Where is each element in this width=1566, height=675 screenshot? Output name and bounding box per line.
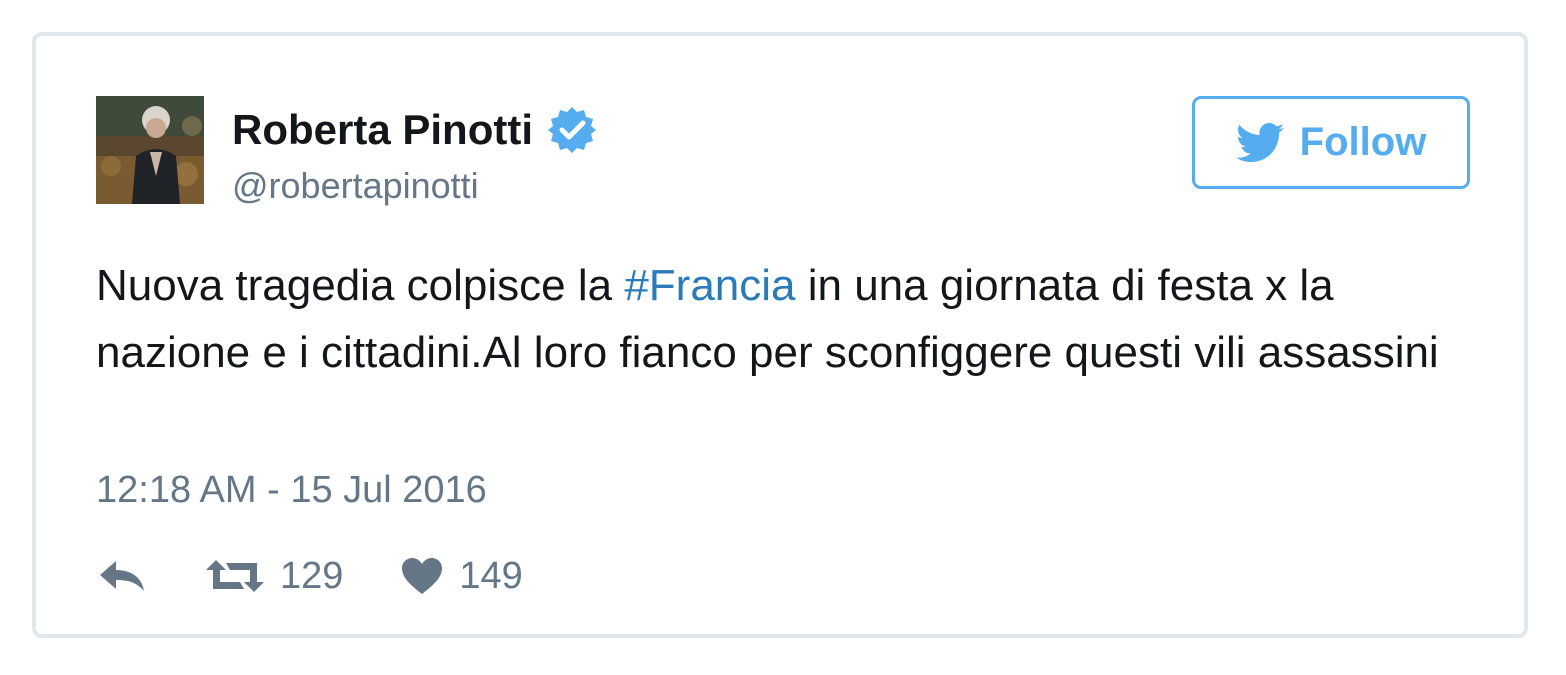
follow-button[interactable]: Follow	[1192, 96, 1470, 189]
tweet-actions: 129 149	[96, 548, 523, 604]
verified-badge-icon	[547, 105, 597, 155]
reply-button[interactable]	[96, 558, 148, 594]
like-button[interactable]: 149	[401, 554, 523, 598]
retweet-button[interactable]: 129	[206, 555, 343, 598]
twitter-bird-icon	[1235, 122, 1284, 163]
reply-icon	[96, 558, 148, 594]
follow-button-label: Follow	[1299, 120, 1427, 164]
heart-icon	[401, 557, 443, 595]
avatar[interactable]	[96, 96, 204, 204]
display-name[interactable]: Roberta Pinotti	[232, 104, 597, 156]
display-name-text: Roberta Pinotti	[232, 106, 533, 153]
tweet-text-before: Nuova tragedia colpisce la	[96, 261, 625, 310]
retweet-icon	[206, 558, 264, 594]
user-handle[interactable]: @robertapinotti	[232, 164, 479, 208]
tweet-timestamp[interactable]: 12:18 AM - 15 Jul 2016	[96, 466, 487, 514]
tweet-text: Nuova tragedia colpisce la #Francia in u…	[96, 252, 1496, 386]
hashtag-link[interactable]: #Francia	[624, 261, 795, 310]
retweet-count: 129	[280, 554, 344, 597]
like-count: 149	[459, 554, 523, 597]
